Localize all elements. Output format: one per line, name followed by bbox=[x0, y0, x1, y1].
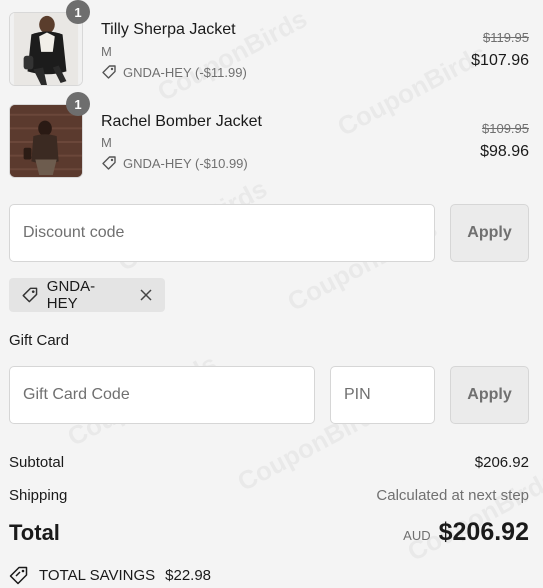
total-currency: AUD bbox=[403, 528, 431, 543]
product-original-price: $109.95 bbox=[482, 121, 529, 136]
watermark: CouponBirds bbox=[332, 38, 492, 143]
tag-icon bbox=[102, 156, 116, 170]
quantity-badge: 1 bbox=[66, 92, 90, 116]
savings-tag-icon bbox=[9, 566, 28, 585]
product-image bbox=[9, 104, 83, 178]
discount-code-input[interactable] bbox=[9, 204, 435, 262]
quantity-badge: 1 bbox=[66, 0, 90, 24]
gift-card-pin-input[interactable] bbox=[330, 366, 435, 424]
remove-discount-button[interactable] bbox=[139, 288, 153, 302]
applied-discount-chip: GNDA-HEY bbox=[9, 278, 165, 312]
total-label: Total bbox=[9, 520, 60, 545]
tag-icon bbox=[102, 65, 116, 79]
product-discount-text: GNDA-HEY (-$10.99) bbox=[123, 155, 248, 171]
tag-icon bbox=[22, 287, 38, 303]
product-image bbox=[9, 12, 83, 86]
product-name: Rachel Bomber Jacket bbox=[101, 113, 262, 130]
product-original-price: $119.95 bbox=[482, 30, 529, 45]
total-savings: TOTAL SAVINGS $22.98 bbox=[9, 565, 211, 585]
gift-card-code-input[interactable] bbox=[9, 366, 315, 424]
product-discount: GNDA-HEY (-$10.99) bbox=[101, 155, 248, 171]
total-amount: $206.92 bbox=[438, 518, 529, 546]
shipping-value: Calculated at next step bbox=[376, 487, 529, 504]
applied-discount-code: GNDA-HEY bbox=[46, 278, 96, 312]
product-variant: M bbox=[101, 135, 112, 150]
gift-card-heading: Gift Card bbox=[9, 332, 70, 349]
product-image-rachel-bomber-jacket bbox=[10, 105, 82, 177]
product-name: Tilly Sherpa Jacket bbox=[101, 21, 236, 38]
product-discount: GNDA-HEY (-$11.99) bbox=[101, 64, 247, 80]
product-price: $98.96 bbox=[480, 143, 529, 160]
gift-card-apply-button[interactable]: Apply bbox=[450, 366, 529, 424]
subtotal-value: $206.92 bbox=[474, 454, 529, 471]
product-variant: M bbox=[101, 44, 112, 59]
subtotal-label: Subtotal bbox=[9, 454, 65, 471]
product-image-tilly-sherpa-jacket bbox=[10, 13, 82, 85]
discount-apply-button[interactable]: Apply bbox=[450, 204, 529, 262]
close-icon bbox=[140, 289, 152, 301]
total-savings-value: $22.98 bbox=[165, 566, 212, 584]
total-price: AUD $206.92 bbox=[403, 518, 529, 547]
shipping-label: Shipping bbox=[9, 487, 68, 504]
watermark: CouponBirds bbox=[152, 3, 312, 108]
product-price: $107.96 bbox=[471, 52, 529, 69]
watermark: CouponBirds bbox=[402, 463, 543, 568]
total-savings-label: TOTAL SAVINGS bbox=[39, 566, 156, 584]
product-discount-text: GNDA-HEY (-$11.99) bbox=[123, 64, 247, 80]
